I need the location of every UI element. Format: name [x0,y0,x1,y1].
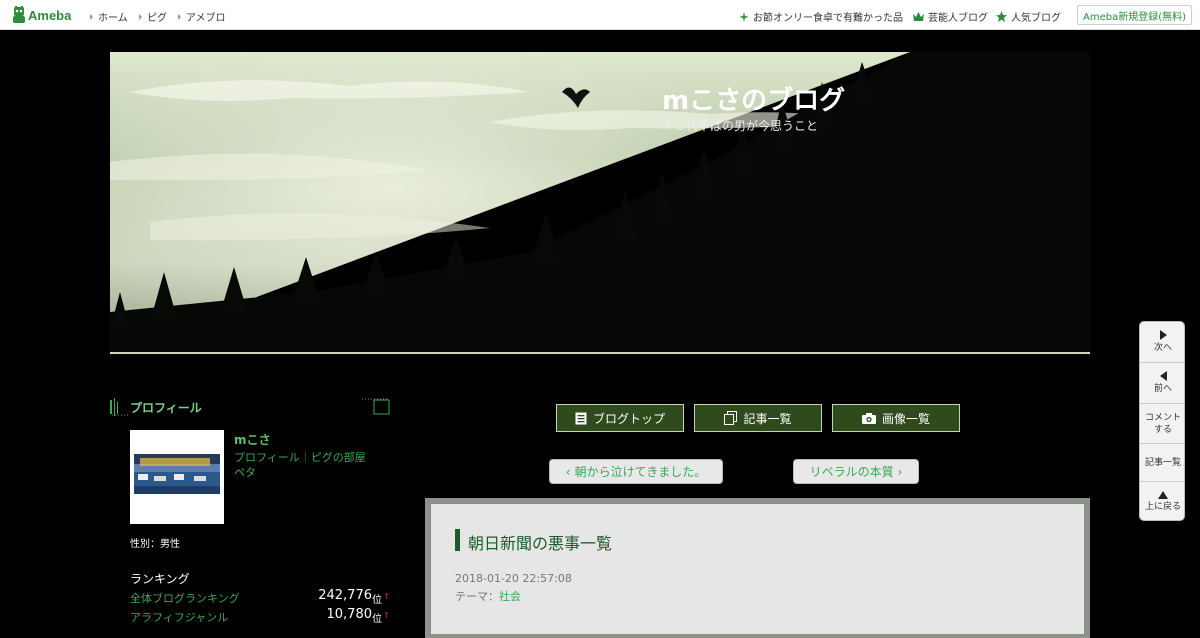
ameba-topbar: Ameba ホーム ピグ アメブロ お節オンリー食卓で有難かった品 芸能人ブログ… [0,0,1200,30]
profile-heading: プロフィール [110,398,390,416]
triangle-right-icon [178,13,181,20]
nav-pigg[interactable]: ピグ [139,9,167,24]
ranking-row: アラフィフジャンル 10,780 位 ↑ [130,607,390,625]
header-divider [110,352,1090,354]
article-title-marker [455,529,460,551]
chevron-left-icon: ‹ [565,464,571,479]
popular-blog-link[interactable]: 人気ブログ [996,9,1061,24]
float-entries-button[interactable]: 記事一覧 [1140,444,1184,482]
profile-name[interactable]: mこさ [234,431,271,448]
blog-top-button[interactable]: ブログトップ [556,404,684,432]
nav-home[interactable]: ホーム [90,9,128,24]
triangle-right-icon [139,13,142,20]
profile-avatar[interactable] [130,430,224,524]
ranking-unit: 位 [372,614,382,625]
camera-icon [861,412,876,424]
ranking-label[interactable]: 全体ブログランキング [130,590,240,606]
floating-nav: 次へ 前へ コメント する 記事一覧 上に戻る [1139,321,1185,521]
theme-label: テーマ： [455,590,499,603]
ranking-value: 10,780 [326,607,373,622]
star-icon [996,11,1007,22]
celebrity-blog-link[interactable]: 芸能人ブログ [913,9,988,24]
next-entry-button[interactable]: リベラルの本質 › [793,459,919,484]
ameba-logo[interactable]: Ameba [12,6,71,24]
play-right-icon [1159,330,1167,340]
triangle-right-icon [90,13,93,20]
copy-pages-icon [724,411,738,425]
float-comment-button[interactable]: コメント する [1140,404,1184,444]
article-title[interactable]: 朝日新聞の悪事一覧 [468,530,612,554]
float-top-button[interactable]: 上に戻る [1140,482,1184,520]
register-button[interactable]: Ameba新規登録(無料) [1077,5,1192,25]
ameba-mascot-icon [13,6,25,23]
theme-link[interactable]: 社会 [499,590,521,603]
sparkle-icon [739,11,749,22]
blog-description: ４０代半ばの男が今思うこと [662,119,819,133]
rank-up-icon: ↑ [383,611,390,620]
logo-text: Ameba [28,7,72,23]
nav-ameblo[interactable]: アメブロ [178,9,226,24]
entry-list-button[interactable]: 記事一覧 [694,404,822,432]
chevron-right-icon: › [897,464,903,479]
rank-up-icon: ↑ [383,592,390,601]
peta-link[interactable]: ペタ [234,465,384,480]
float-prev-button[interactable]: 前へ [1140,363,1184,404]
article-theme: テーマ：社会 [455,588,521,604]
profile-links: プロフィール｜ピグの部屋 ペタ [234,450,384,480]
avatar-harbor-image [134,434,220,520]
profile-heading-label: プロフィール [130,401,202,415]
blog-title[interactable]: mこさのブログ [662,80,845,117]
ranking-row: 全体ブログランキング 242,776 位 ↑ [130,588,390,606]
image-list-button[interactable]: 画像一覧 [832,404,960,432]
crown-icon [913,12,924,21]
ranking-unit: 位 [372,595,382,606]
float-next-button[interactable]: 次へ [1140,322,1184,363]
triangle-up-icon [1158,491,1168,499]
profile-pigg-link[interactable]: プロフィール｜ピグの部屋 [234,450,384,465]
document-icon [575,412,587,424]
prev-entry-button[interactable]: ‹ 朝から泣けてきました。 [549,459,723,484]
forest-sky-illustration [110,52,1090,352]
ranking-value: 242,776 [318,588,372,603]
profile-gender: 性別：男性 [130,539,180,550]
header-image [110,52,1090,352]
ranking-title: ランキング [130,572,190,586]
article-body [431,504,1084,634]
featured-link[interactable]: お節オンリー食卓で有難かった品 [739,9,903,24]
article-date: 2018-01-20 22:57:08 [455,572,572,585]
play-left-icon [1159,371,1167,381]
ranking-label[interactable]: アラフィフジャンル [130,609,228,625]
